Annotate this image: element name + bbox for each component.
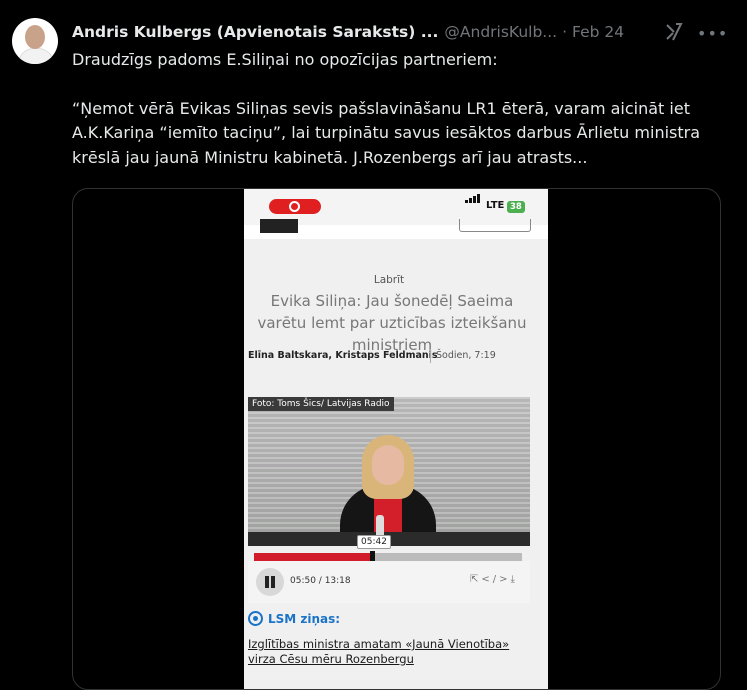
battery-icon: 38 [507,201,525,213]
grok-icon[interactable] [664,22,684,42]
avatar-body [18,48,54,64]
site-logo [260,219,298,233]
tweet-text-paragraph: “Ņemot vērā Evikas Siliņas sevis pašslav… [72,98,701,167]
author-avatar[interactable] [12,18,58,64]
author-name[interactable]: Andris Kulbergs (Apvienotais Saraksts) .… [72,23,438,41]
tweet-header: Andris Kulbergs (Apvienotais Saraksts) .… [72,21,624,43]
audio-controls: 05:50 / 13:18 ⇱</>⤓ [248,561,530,603]
byline-divider [430,349,431,363]
photo-person-face [372,445,404,485]
pause-icon [256,568,284,596]
tweet-date[interactable]: Feb 24 [572,23,624,41]
phone-screen-recording: LTE 38 Labrīt Evika Siliņa: Jau šonedēļ … [244,189,548,689]
progress-fill [254,553,372,561]
embed-icon: </> [481,574,511,585]
article-authors: Elīna Baltskara, Kristaps Feldmanis [248,350,438,361]
related-section: LSM ziņas: [248,611,340,626]
menu-button [459,219,531,232]
player-action-icons: ⇱</>⤓ [470,574,518,585]
download-icon: ⤓ [510,574,518,585]
app-bar [244,219,548,239]
more-options-icon[interactable]: ••• [697,24,728,43]
article-time: Šodien, 7:19 [436,350,496,361]
tweet-text-line: Draudzīgs padoms E.Siliņai no opozīcijas… [72,50,498,69]
related-article-link: Izglītības ministra amatam «Jaunā Vienot… [248,637,510,666]
tweet-text: Draudzīgs padoms E.Siliņai no opozīcijas… [72,48,722,170]
photo-caption: Foto: Toms Šics/ Latvijas Radio [248,397,394,411]
avatar-head [25,25,45,49]
location-pin-icon [248,611,263,626]
article-category: Labrīt [373,274,405,286]
share-icon: ⇱ [470,574,482,585]
author-handle[interactable]: @AndrisKulb... [444,23,557,41]
seek-tooltip: 05:42 [357,535,391,549]
audio-progress-bar [254,551,522,563]
header-separator: · [562,23,568,41]
player-time: 05:50 / 13:18 [290,576,351,586]
article-photo [248,397,530,546]
network-label: LTE [486,200,505,211]
article-title: Evika Siliņa: Jau šonedēļ Saeima varētu … [257,292,527,354]
record-indicator-icon [269,199,321,214]
related-label: LSM ziņas: [268,611,341,626]
video-embed[interactable]: LTE 38 Labrīt Evika Siliņa: Jau šonedēļ … [72,188,721,690]
